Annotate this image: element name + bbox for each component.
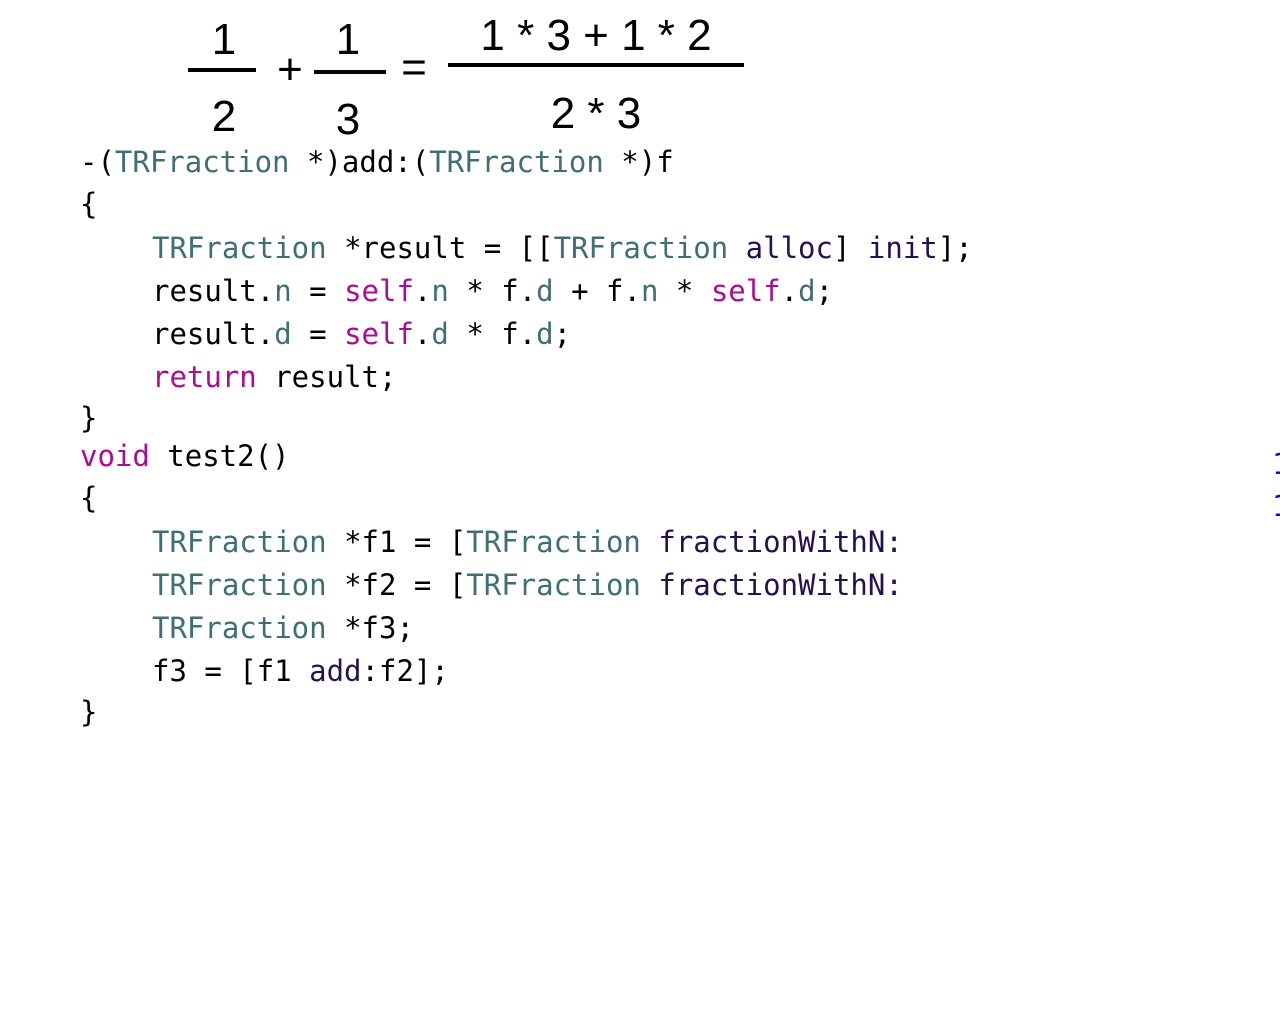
code-token-keyword: self (344, 274, 414, 308)
code-token: result; (256, 360, 397, 394)
code-line-numerator: result.n = self.n * f.d + f.n * self.d; (80, 271, 833, 311)
open-brace: { (80, 187, 98, 221)
code-line-return: return result; (80, 357, 396, 397)
code-token: = (291, 317, 345, 351)
code-line-denominator: result.d = self.d * f.d; (80, 314, 571, 354)
code-token: ]; (937, 231, 973, 265)
code-line-open-brace: { (80, 478, 97, 518)
code-token: :f2]; (361, 654, 449, 688)
code-token-type: TRFraction (114, 145, 290, 179)
code-token: *)add:( (289, 145, 430, 179)
code-token-keyword: void (80, 439, 150, 473)
edge-number-literal: 1 (1272, 486, 1280, 526)
code-token-property: d (431, 317, 449, 351)
right-fraction-denominator: 2 * 3 (550, 89, 642, 138)
code-line-method-signature: -(TRFraction *)add:(TRFraction *)f (80, 142, 674, 182)
code-token-method: alloc (745, 231, 833, 265)
code-token-type: TRFraction (429, 145, 604, 179)
code-token: *f1 = [ (326, 525, 467, 559)
code-token-type: TRFraction (152, 611, 327, 645)
left-fraction-bar (188, 68, 256, 72)
fraction-formula: 1 2 + 1 3 = 1 * 3 + 1 * 2 2 * 3 (0, 0, 800, 145)
code-token: result. (152, 274, 275, 308)
code-token: f3 = [f1 (152, 654, 310, 688)
code-token-method: add (309, 654, 362, 688)
mid-fraction-denominator: 3 (335, 95, 361, 144)
code-token: result. (152, 317, 275, 351)
code-token: *f3; (326, 611, 414, 645)
code-token-type: TRFraction (466, 568, 641, 602)
equals-sign: = (401, 43, 427, 92)
open-brace: { (80, 481, 98, 515)
code-token: ; (553, 317, 572, 351)
code-line-close-brace: } (80, 398, 97, 438)
code-token-property: d (274, 317, 292, 351)
code-token: = (291, 274, 345, 308)
code-token-method: init (867, 231, 938, 265)
code-line-f3-declaration: TRFraction *f3; (80, 608, 414, 648)
code-token: test2() (149, 439, 290, 473)
code-line-f1-declaration: TRFraction *f1 = [TRFraction fractionWit… (80, 522, 930, 562)
code-line-alloc-result: TRFraction *result = [[TRFraction alloc]… (80, 228, 973, 268)
code-line-f2-declaration: TRFraction *f2 = [TRFraction fractionWit… (80, 565, 930, 605)
code-token: * (658, 274, 711, 308)
code-token: *)f (603, 145, 674, 179)
close-brace: } (80, 695, 98, 729)
left-fraction-numerator: 1 (211, 15, 237, 64)
right-fraction-bar (448, 63, 744, 67)
code-token: . (413, 317, 432, 351)
code-token-property: n (274, 274, 292, 308)
code-token-method: fractionWithN: (640, 568, 903, 602)
code-token: *result = [[ (326, 231, 554, 265)
code-token-method: fractionWithN: (640, 525, 903, 559)
right-fraction-numerator: 1 * 3 + 1 * 2 (480, 11, 712, 60)
code-token-property: n (431, 274, 449, 308)
code-token-keyword: return (152, 360, 257, 394)
left-fraction-denominator: 2 (211, 92, 237, 141)
code-token-property: d (536, 317, 554, 351)
code-line-open-brace: { (80, 184, 97, 224)
code-token: ] (832, 231, 868, 265)
mid-fraction-bar (314, 70, 386, 74)
code-token: ; (815, 274, 834, 308)
code-line-close-brace: } (80, 692, 97, 732)
code-token: *f2 = [ (326, 568, 467, 602)
code-token-type: TRFraction (553, 231, 729, 265)
code-token-keyword: self (344, 317, 414, 351)
plus-sign: + (277, 45, 303, 94)
edge-number-literal: 1 (1272, 444, 1280, 484)
code-token: . (413, 274, 432, 308)
close-brace: } (80, 401, 98, 435)
code-token-type: TRFraction (152, 568, 327, 602)
code-token: * f. (448, 317, 537, 351)
code-token-type: TRFraction (152, 231, 327, 265)
code-token: + f. (553, 274, 641, 308)
code-line-function-signature: void test2() (80, 436, 290, 476)
code-token-property: n (640, 274, 659, 308)
code-token-property: d (536, 274, 554, 308)
mid-fraction-numerator: 1 (335, 15, 361, 64)
code-token-type: TRFraction (466, 525, 641, 559)
code-token: . (780, 274, 799, 308)
code-token: -( (80, 145, 115, 179)
code-token: * f. (448, 274, 537, 308)
code-token-keyword: self (710, 274, 781, 308)
code-token-property: d (798, 274, 816, 308)
code-token-type: TRFraction (152, 525, 327, 559)
code-line-add-call: f3 = [f1 add:f2]; (80, 651, 449, 691)
